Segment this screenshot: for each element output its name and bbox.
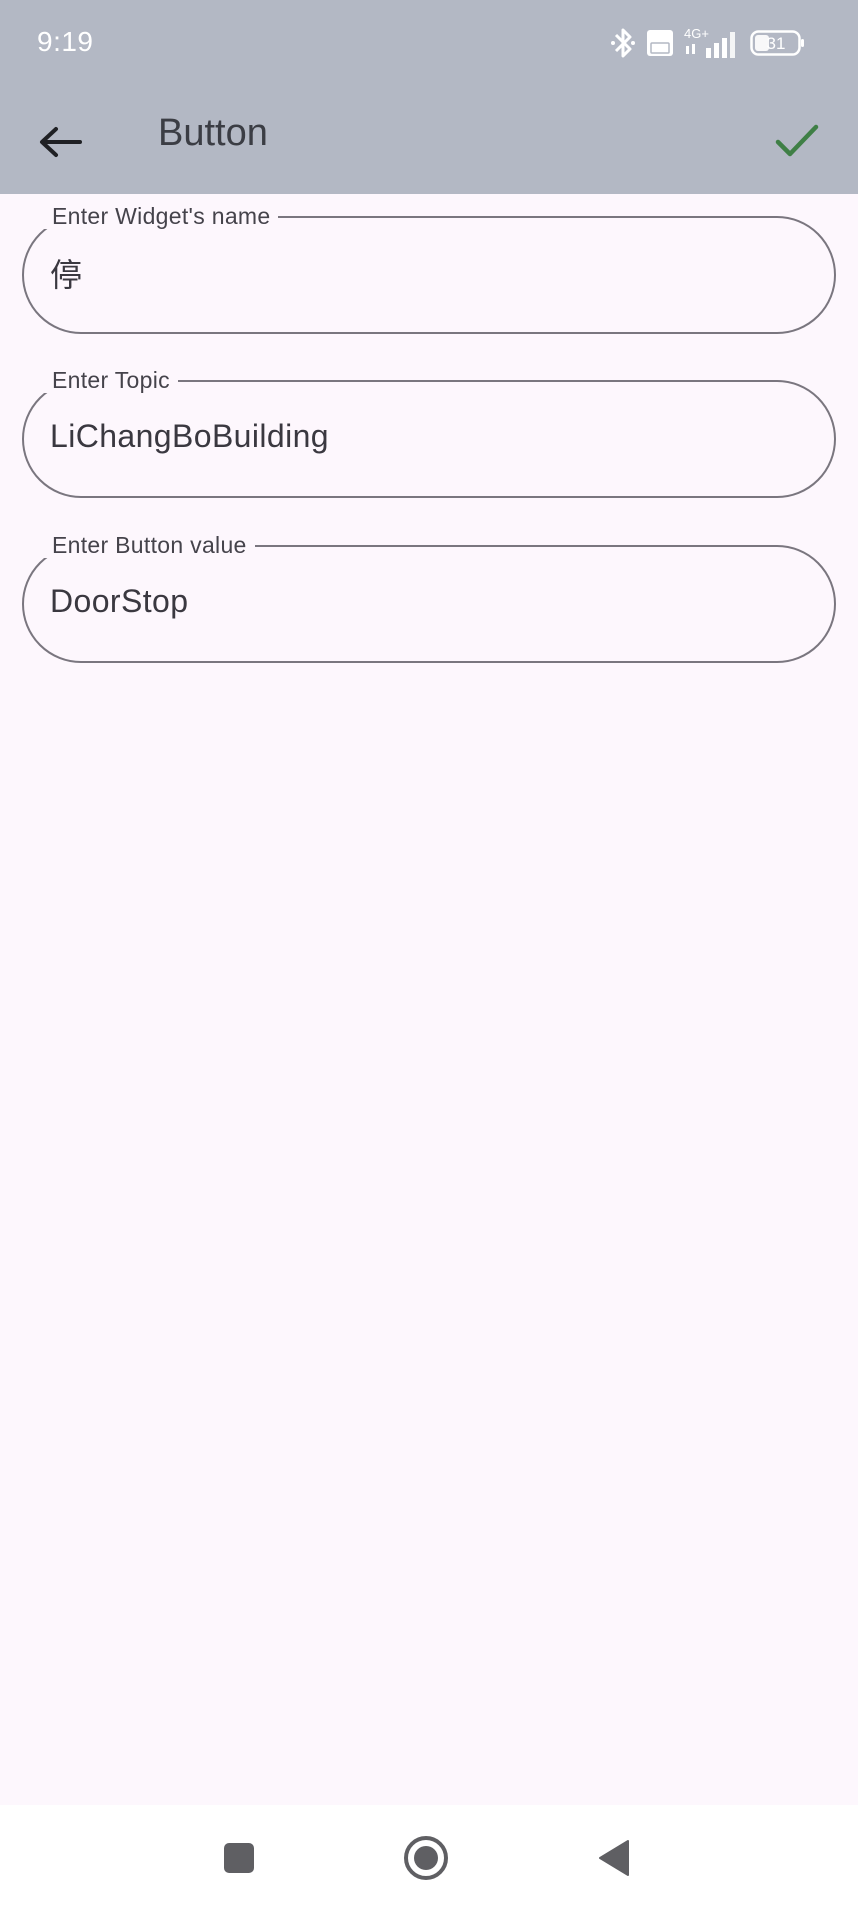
circle-icon [404,1836,448,1880]
battery-level: 31 [767,34,786,53]
battery-icon: 31 [750,30,804,56]
system-back-button[interactable] [586,1831,640,1885]
topic-input[interactable] [50,418,808,455]
arrow-left-icon [40,127,82,157]
topic-field[interactable]: Enter Topic [22,367,836,498]
page-title: Button [158,112,268,154]
signal-icon: 4G+ [684,26,735,58]
bluetooth-icon [611,28,635,58]
app-bar: Button [0,86,858,194]
status-icons: 4G+ 31 [610,24,806,62]
confirm-button[interactable] [760,104,834,178]
status-bar: 9:19 4G+ 31 [0,0,858,86]
back-button[interactable] [24,106,96,178]
recent-apps-button[interactable] [212,1831,266,1885]
network-type-label: 4G+ [684,26,709,41]
widget-name-label: Enter Widget's name [44,203,279,229]
home-button[interactable] [399,1831,453,1885]
button-value-label: Enter Button value [44,532,255,558]
button-value-field[interactable]: Enter Button value [22,532,836,663]
button-value-input[interactable] [50,583,808,620]
topic-label: Enter Topic [44,367,178,393]
widget-name-input[interactable] [50,254,808,291]
system-nav-bar [0,1805,858,1907]
status-time: 9:19 [37,26,94,57]
volte-icon [647,30,673,56]
widget-name-field[interactable]: Enter Widget's name [22,203,836,334]
triangle-back-icon [599,1840,629,1876]
check-icon [775,124,819,157]
square-icon [224,1843,254,1873]
